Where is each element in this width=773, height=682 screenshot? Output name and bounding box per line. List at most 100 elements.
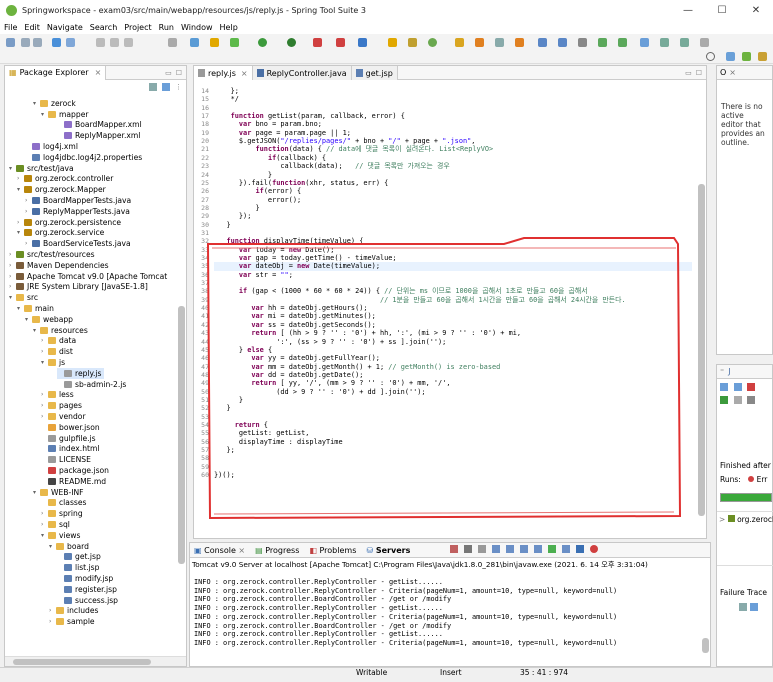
- chevron-right-icon[interactable]: ›: [41, 391, 48, 398]
- menu-run[interactable]: Run: [159, 23, 174, 32]
- maximize-button[interactable]: ☐: [705, 0, 739, 21]
- code-line[interactable]: if(callback) {: [214, 154, 692, 162]
- external-tools-icon[interactable]: [358, 38, 367, 47]
- tree-item[interactable]: log4j.xml: [25, 141, 78, 152]
- tree-item[interactable]: › less: [41, 390, 74, 401]
- close-tab-icon[interactable]: ⨯: [238, 546, 245, 555]
- terminate-console-icon[interactable]: [450, 545, 458, 553]
- toggle-markers-icon[interactable]: [538, 38, 547, 47]
- tree-item[interactable]: register.jsp: [57, 584, 117, 595]
- chevron-right-icon[interactable]: ›: [41, 348, 48, 355]
- code-line[interactable]: }: [214, 221, 692, 229]
- tree-item[interactable]: gulpfile.js: [41, 433, 96, 444]
- chevron-right-icon[interactable]: ›: [41, 337, 48, 344]
- run-icon[interactable]: [287, 38, 296, 47]
- new-class-icon[interactable]: [388, 38, 397, 47]
- code-line[interactable]: */: [214, 95, 692, 103]
- remove-all-icon[interactable]: [478, 545, 486, 553]
- editor-scrollbar[interactable]: [698, 184, 705, 516]
- tree-item[interactable]: ▾ WEB-INF: [33, 487, 84, 498]
- chevron-down-icon[interactable]: ▾: [41, 532, 48, 539]
- tree-item[interactable]: ▾ zerock: [33, 98, 76, 109]
- close-button[interactable]: ✕: [739, 0, 773, 21]
- debug-terminate-icon[interactable]: [124, 38, 133, 47]
- tree-item[interactable]: › org.zerock.persistence: [17, 217, 121, 228]
- open-console-icon[interactable]: [576, 545, 584, 553]
- open-task-icon[interactable]: [475, 38, 484, 47]
- save-all-icon[interactable]: [33, 38, 42, 47]
- collapse-all-icon[interactable]: [149, 83, 157, 91]
- tree-item[interactable]: › spring: [41, 508, 83, 519]
- tab-console[interactable]: ▣ Console ⨯: [194, 546, 245, 555]
- show-on-error-icon[interactable]: [534, 545, 542, 553]
- tree-item[interactable]: success.jsp: [57, 595, 118, 606]
- scroll-lock-icon[interactable]: [492, 545, 500, 553]
- minimize-button[interactable]: —: [671, 0, 705, 21]
- skip-icon[interactable]: [66, 38, 75, 47]
- history-icon[interactable]: [747, 396, 756, 404]
- menu-search[interactable]: Search: [90, 23, 117, 32]
- pin-console-icon[interactable]: [548, 545, 556, 553]
- tree-item[interactable]: › ReplyMapperTests.java: [25, 206, 130, 217]
- tree-scrollbar[interactable]: [178, 306, 185, 564]
- code-line[interactable]: var bno = param.bno;: [214, 120, 692, 128]
- junit-view-icon[interactable]: J: [728, 367, 730, 376]
- chevron-right-icon[interactable]: ›: [9, 262, 16, 269]
- chevron-down-icon[interactable]: ▾: [17, 305, 24, 312]
- tree-item[interactable]: ▾ mapper: [41, 109, 89, 120]
- rerun-icon[interactable]: [720, 396, 728, 404]
- remove-launch-icon[interactable]: [464, 545, 472, 553]
- code-line[interactable]: function getList(param, callback, error)…: [214, 112, 692, 120]
- tree-item[interactable]: › org.zerock.controller: [17, 174, 113, 185]
- pencil-icon[interactable]: [515, 38, 524, 47]
- tree-item[interactable]: classes: [41, 498, 86, 509]
- prev-annotation-icon[interactable]: [618, 38, 627, 47]
- menu-file[interactable]: File: [4, 23, 17, 32]
- tree-item[interactable]: › sql: [41, 519, 70, 530]
- tree-item[interactable]: › data: [41, 336, 76, 347]
- chevron-right-icon[interactable]: ›: [41, 510, 48, 517]
- debug-suspend-icon[interactable]: [110, 38, 119, 47]
- close-tab-icon[interactable]: ⨯: [95, 68, 102, 77]
- perspective-spring-icon[interactable]: [742, 52, 751, 61]
- chevron-right-icon[interactable]: ›: [41, 413, 48, 420]
- chevron-down-icon[interactable]: ▾: [17, 186, 24, 193]
- step-icon[interactable]: [168, 38, 177, 47]
- chevron-down-icon[interactable]: ▾: [33, 100, 40, 107]
- new-icon[interactable]: [6, 38, 15, 47]
- tree-item[interactable]: LICENSE: [41, 454, 91, 465]
- tree-item[interactable]: ▾ webapp: [25, 314, 73, 325]
- last-edit-icon[interactable]: [640, 38, 649, 47]
- code-line[interactable]: callback(data); // 댓글 목록만 가져오는 경우: [214, 162, 692, 170]
- stop-test-icon[interactable]: [733, 396, 742, 404]
- minimize-view-icon[interactable]: ▭: [685, 69, 692, 77]
- view-menu-icon[interactable]: ⋮: [175, 83, 182, 91]
- tree-item[interactable]: › BoardServiceTests.java: [25, 238, 131, 249]
- tab-get-jsp[interactable]: get.jsp: [351, 66, 398, 80]
- quick-access-search-icon[interactable]: [706, 52, 715, 61]
- chevron-right-icon[interactable]: ›: [9, 283, 16, 290]
- stop-server-icon[interactable]: [590, 545, 598, 553]
- code-line[interactable]: });: [214, 212, 692, 220]
- tree-item[interactable]: modify.jsp: [57, 573, 113, 584]
- word-wrap-icon[interactable]: [506, 545, 514, 553]
- save-icon[interactable]: [21, 38, 30, 47]
- tree-item[interactable]: ReplyMapper.xml: [57, 130, 140, 141]
- tree-item[interactable]: › vendor: [41, 411, 86, 422]
- failures-only-icon[interactable]: [747, 383, 756, 391]
- new-web-icon[interactable]: [428, 38, 437, 47]
- chevron-down-icon[interactable]: ▾: [25, 316, 32, 323]
- code-line[interactable]: }).fail(function(xhr, status, err) {: [214, 179, 692, 187]
- tree-item[interactable]: log4jdbc.log4j2.properties: [25, 152, 142, 163]
- chevron-right-icon[interactable]: ›: [25, 197, 32, 204]
- chevron-right-icon[interactable]: ›: [41, 402, 48, 409]
- tree-item[interactable]: ▾ views: [41, 530, 80, 541]
- tree-item[interactable]: BoardMapper.xml: [57, 120, 142, 131]
- tab-package-explorer[interactable]: ▦ Package Explorer ⨯: [5, 65, 107, 80]
- tree-item[interactable]: › sample: [49, 616, 95, 627]
- tree-item[interactable]: › Apache Tomcat v9.0 [Apache Tomcat: [9, 271, 167, 282]
- pin-icon[interactable]: [700, 38, 709, 47]
- compare-icon[interactable]: [750, 603, 758, 611]
- show-whitespace-icon[interactable]: [578, 38, 587, 47]
- debug-resume-icon[interactable]: [96, 38, 105, 47]
